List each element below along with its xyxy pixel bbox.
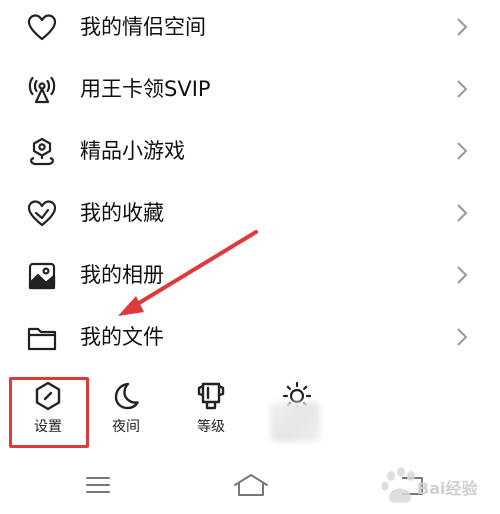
menu-label: 我的相册	[80, 263, 164, 287]
menu-label: 精品小游戏	[80, 139, 185, 163]
menu-label: 我的文件	[80, 325, 164, 349]
night-mode-label: 夜间	[112, 419, 140, 435]
menu-label: 用王卡领SVIP	[80, 77, 211, 101]
photo-album-icon	[26, 260, 58, 292]
heart-icon	[26, 12, 58, 44]
menu-screen: 我的情侣空间 用王卡领SVIP 精品小游戏 我的收藏 我的相册 我的文件 设置 …	[0, 0, 500, 514]
menu-item-couple-space[interactable]: 我的情侣空间	[0, 0, 500, 62]
settings-hexagon-icon	[32, 380, 64, 412]
blurred-region	[270, 402, 320, 442]
location-pin-icon	[26, 136, 58, 168]
chevron-right-icon	[455, 78, 469, 100]
menu-item-photo-album[interactable]: 我的相册	[0, 248, 500, 310]
folder-icon	[26, 322, 58, 354]
chevron-right-icon	[455, 16, 469, 38]
level-button[interactable]: 等级	[176, 372, 246, 448]
night-mode-button[interactable]: 夜间	[91, 372, 161, 448]
chevron-right-icon	[455, 326, 469, 348]
quick-action-bar: 设置 夜间 等级	[0, 372, 500, 452]
moon-icon	[110, 380, 142, 412]
menu-icon[interactable]	[78, 468, 118, 502]
favorite-heart-icon	[26, 198, 58, 230]
broadcast-tower-icon	[26, 74, 58, 106]
chevron-right-icon	[455, 140, 469, 162]
menu-item-mini-games[interactable]: 精品小游戏	[0, 124, 500, 186]
settings-label: 设置	[34, 419, 62, 435]
settings-button[interactable]: 设置	[13, 372, 83, 448]
menu-item-files[interactable]: 我的文件	[0, 310, 500, 372]
chevron-right-icon	[455, 264, 469, 286]
menu-item-wangka-svip[interactable]: 用王卡领SVIP	[0, 62, 500, 124]
chevron-right-icon	[455, 202, 469, 224]
baidu-jingyan-watermark: Bai经验	[377, 462, 497, 510]
menu-item-favorites[interactable]: 我的收藏	[0, 186, 500, 248]
level-label: 等级	[197, 419, 225, 435]
trophy-icon	[195, 380, 227, 412]
menu-label: 我的收藏	[80, 201, 164, 225]
menu-label: 我的情侣空间	[80, 15, 206, 39]
watermark-text: Bai经验	[417, 479, 478, 498]
home-icon[interactable]	[231, 468, 271, 502]
